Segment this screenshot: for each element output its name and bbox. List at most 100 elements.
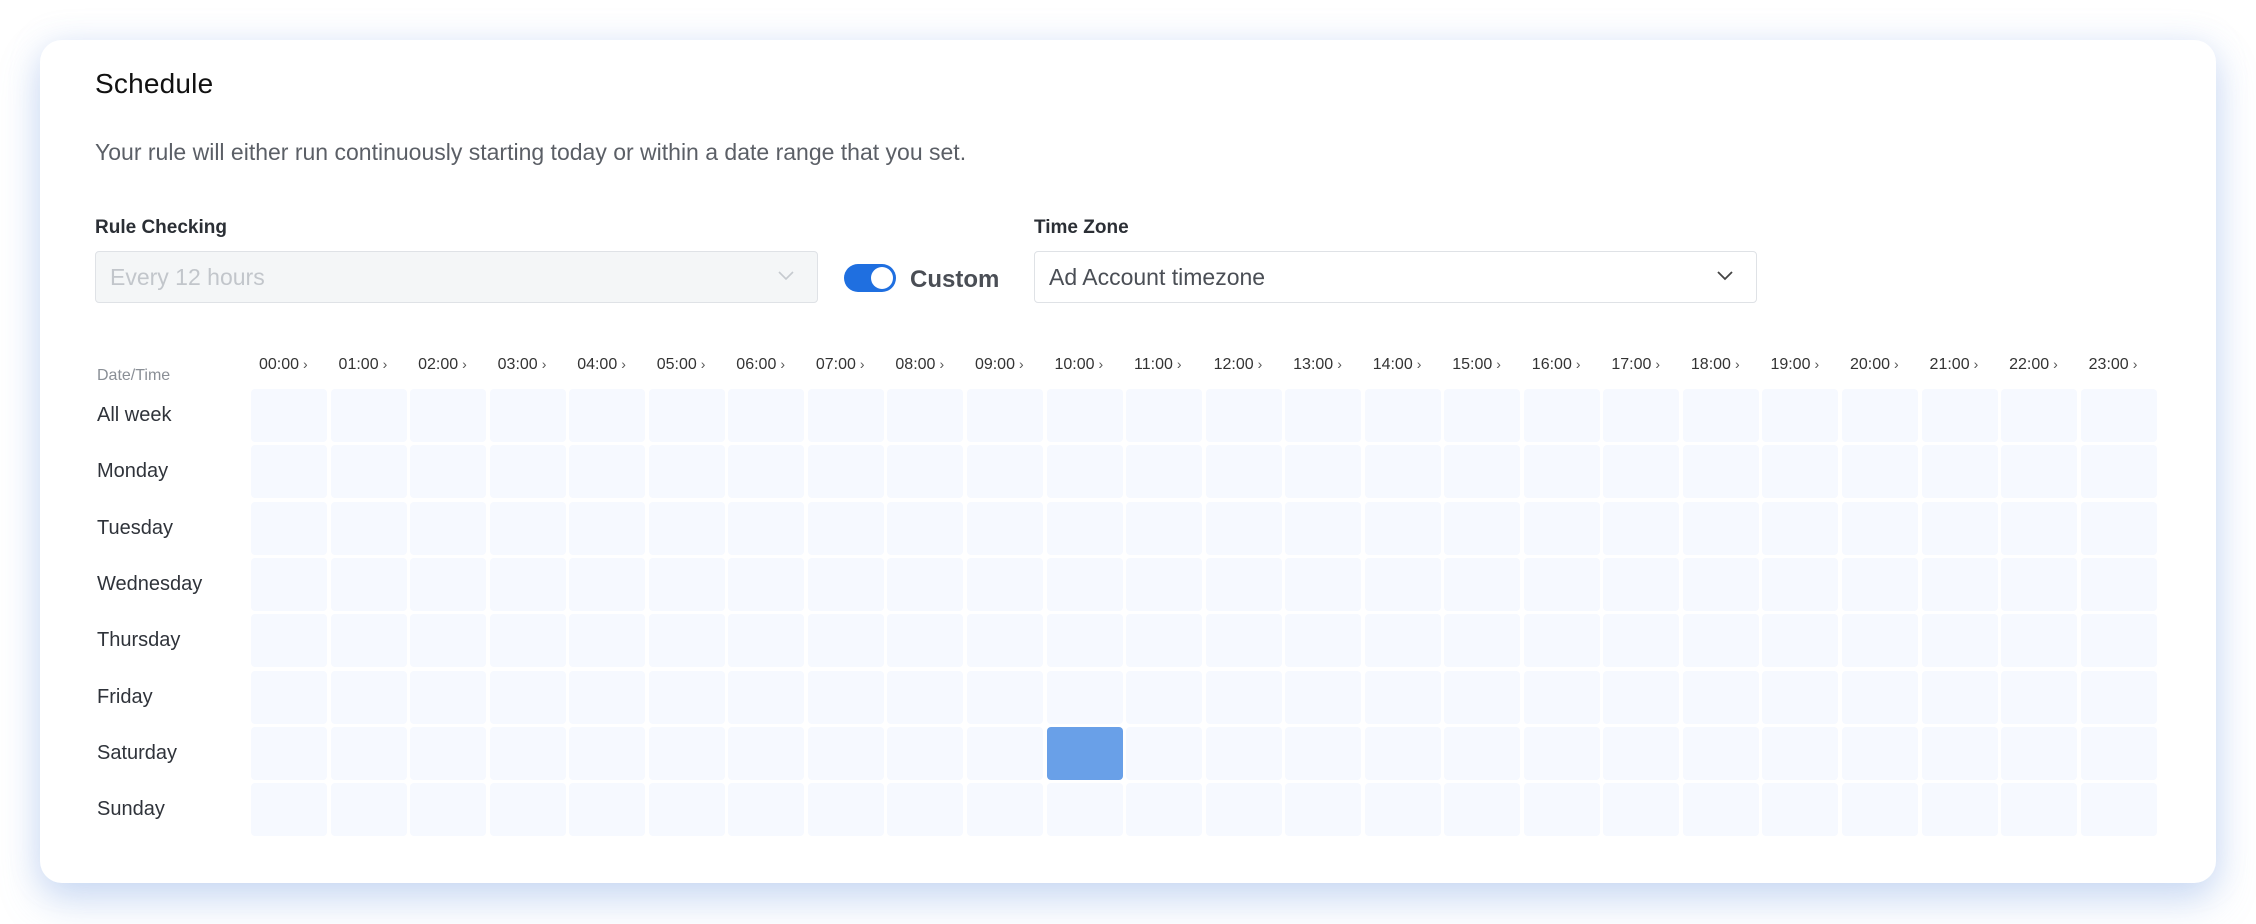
schedule-cell[interactable] bbox=[1682, 726, 1759, 780]
schedule-cell[interactable] bbox=[807, 389, 884, 442]
schedule-cell[interactable] bbox=[1682, 670, 1759, 724]
schedule-cell[interactable] bbox=[1205, 389, 1282, 442]
schedule-cell[interactable] bbox=[1126, 614, 1203, 668]
schedule-cell[interactable] bbox=[966, 557, 1043, 611]
schedule-cell[interactable] bbox=[1682, 557, 1759, 611]
schedule-cell[interactable] bbox=[1205, 783, 1282, 837]
schedule-cell[interactable] bbox=[728, 670, 805, 724]
schedule-cell[interactable] bbox=[807, 445, 884, 499]
schedule-cell[interactable] bbox=[1762, 557, 1839, 611]
schedule-cell[interactable] bbox=[1126, 783, 1203, 837]
schedule-cell[interactable] bbox=[1046, 445, 1123, 499]
schedule-cell[interactable] bbox=[807, 614, 884, 668]
schedule-cell[interactable] bbox=[251, 726, 327, 780]
hour-header[interactable]: 11:00 › bbox=[1134, 356, 1182, 374]
schedule-cell[interactable] bbox=[1285, 614, 1362, 668]
schedule-cell[interactable] bbox=[1921, 783, 1998, 837]
schedule-cell[interactable] bbox=[1523, 557, 1600, 611]
schedule-cell[interactable] bbox=[1205, 557, 1282, 611]
schedule-cell[interactable] bbox=[1285, 783, 1362, 837]
schedule-cell[interactable] bbox=[1921, 557, 1998, 611]
schedule-cell[interactable] bbox=[2001, 670, 2078, 724]
schedule-cell[interactable] bbox=[569, 783, 646, 837]
schedule-cell[interactable] bbox=[1682, 783, 1759, 837]
schedule-cell[interactable] bbox=[1285, 501, 1362, 555]
schedule-cell[interactable] bbox=[1126, 389, 1203, 442]
schedule-cell[interactable] bbox=[1682, 445, 1759, 499]
schedule-cell[interactable] bbox=[728, 726, 805, 780]
hour-header[interactable]: 22:00 › bbox=[2009, 356, 2058, 374]
schedule-cell[interactable] bbox=[1523, 501, 1600, 555]
hour-header[interactable]: 04:00 › bbox=[577, 356, 626, 374]
schedule-cell[interactable] bbox=[887, 445, 964, 499]
schedule-cell[interactable] bbox=[728, 501, 805, 555]
schedule-cell[interactable] bbox=[807, 726, 884, 780]
schedule-cell[interactable] bbox=[728, 557, 805, 611]
schedule-cell[interactable] bbox=[648, 389, 725, 442]
schedule-cell[interactable] bbox=[1682, 501, 1759, 555]
hour-header[interactable]: 08:00 › bbox=[895, 356, 944, 374]
schedule-cell[interactable] bbox=[1921, 670, 1998, 724]
schedule-cell[interactable] bbox=[1762, 614, 1839, 668]
schedule-cell[interactable] bbox=[569, 389, 646, 442]
schedule-cell[interactable] bbox=[887, 501, 964, 555]
schedule-cell[interactable] bbox=[2001, 557, 2078, 611]
schedule-cell[interactable] bbox=[330, 501, 407, 555]
schedule-cell[interactable] bbox=[2001, 614, 2078, 668]
schedule-cell[interactable] bbox=[1444, 614, 1521, 668]
schedule-cell-selected[interactable] bbox=[1046, 726, 1123, 780]
hour-header[interactable]: 14:00 › bbox=[1373, 356, 1422, 374]
hour-header[interactable]: 23:00 › bbox=[2089, 356, 2138, 374]
schedule-cell[interactable] bbox=[1842, 501, 1918, 555]
hour-header[interactable]: 20:00 › bbox=[1850, 356, 1899, 374]
schedule-cell[interactable] bbox=[1364, 614, 1441, 668]
schedule-cell[interactable] bbox=[648, 501, 725, 555]
schedule-cell[interactable] bbox=[569, 614, 646, 668]
schedule-cell[interactable] bbox=[807, 501, 884, 555]
schedule-cell[interactable] bbox=[1285, 389, 1362, 442]
schedule-cell[interactable] bbox=[251, 501, 327, 555]
schedule-cell[interactable] bbox=[1682, 389, 1759, 442]
schedule-cell[interactable] bbox=[251, 445, 327, 499]
schedule-cell[interactable] bbox=[410, 614, 487, 668]
schedule-cell[interactable] bbox=[569, 445, 646, 499]
schedule-cell[interactable] bbox=[887, 389, 964, 442]
hour-header[interactable]: 03:00 › bbox=[498, 356, 547, 374]
schedule-cell[interactable] bbox=[1444, 726, 1521, 780]
schedule-cell[interactable] bbox=[648, 670, 725, 724]
schedule-cell[interactable] bbox=[1205, 614, 1282, 668]
schedule-cell[interactable] bbox=[1842, 445, 1918, 499]
schedule-cell[interactable] bbox=[1364, 445, 1441, 499]
hour-header[interactable]: 00:00 › bbox=[259, 356, 308, 374]
hour-header[interactable]: 01:00 › bbox=[339, 356, 388, 374]
schedule-cell[interactable] bbox=[1523, 445, 1600, 499]
hour-header[interactable]: 02:00 › bbox=[418, 356, 467, 374]
day-label[interactable]: Wednesday bbox=[97, 573, 202, 596]
schedule-cell[interactable] bbox=[807, 783, 884, 837]
schedule-cell[interactable] bbox=[410, 670, 487, 724]
schedule-cell[interactable] bbox=[887, 670, 964, 724]
schedule-cell[interactable] bbox=[489, 783, 566, 837]
day-label[interactable]: All week bbox=[97, 404, 171, 427]
schedule-cell[interactable] bbox=[410, 389, 487, 442]
schedule-cell[interactable] bbox=[1603, 389, 1680, 442]
schedule-cell[interactable] bbox=[1205, 501, 1282, 555]
schedule-cell[interactable] bbox=[1126, 670, 1203, 724]
schedule-cell[interactable] bbox=[887, 783, 964, 837]
schedule-cell[interactable] bbox=[410, 557, 487, 611]
schedule-cell[interactable] bbox=[1364, 726, 1441, 780]
schedule-cell[interactable] bbox=[1364, 557, 1441, 611]
schedule-cell[interactable] bbox=[2080, 389, 2157, 442]
schedule-cell[interactable] bbox=[728, 614, 805, 668]
schedule-cell[interactable] bbox=[1523, 783, 1600, 837]
schedule-cell[interactable] bbox=[330, 783, 407, 837]
schedule-cell[interactable] bbox=[1205, 670, 1282, 724]
schedule-cell[interactable] bbox=[1842, 726, 1918, 780]
schedule-cell[interactable] bbox=[1603, 501, 1680, 555]
schedule-cell[interactable] bbox=[1523, 726, 1600, 780]
schedule-cell[interactable] bbox=[1364, 389, 1441, 442]
hour-header[interactable]: 12:00 › bbox=[1214, 356, 1263, 374]
schedule-cell[interactable] bbox=[1603, 614, 1680, 668]
schedule-cell[interactable] bbox=[1921, 726, 1998, 780]
schedule-cell[interactable] bbox=[1523, 670, 1600, 724]
